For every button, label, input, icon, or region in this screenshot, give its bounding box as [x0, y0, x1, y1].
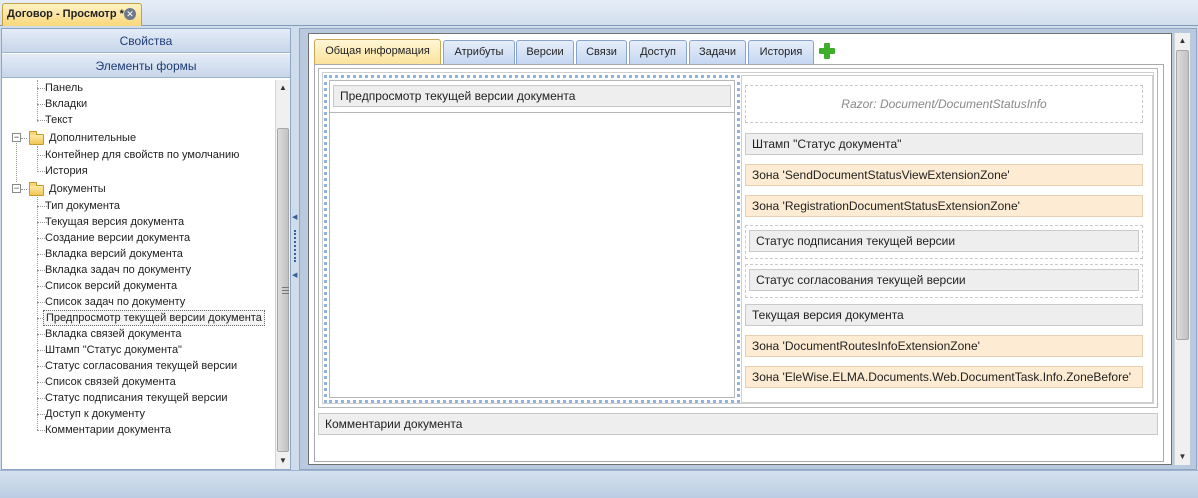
left-panel: Свойства Элементы формы Панель Вкладки Т… — [1, 28, 291, 470]
zone-registration[interactable]: Зона 'RegistrationDocumentStatusExtensio… — [745, 195, 1143, 217]
scroll-up-icon[interactable]: ▲ — [276, 80, 290, 96]
preview-container[interactable] — [329, 80, 735, 398]
status-bar — [0, 470, 1198, 498]
divider — [329, 112, 735, 113]
sign-status-field[interactable]: Статус подписания текущей версии — [749, 230, 1139, 252]
document-tab-strip: Договор - Просмотр * ✕ — [0, 0, 1198, 26]
tab-access[interactable]: Доступ — [629, 40, 687, 64]
scroll-thumb[interactable] — [277, 128, 289, 452]
tree-connector — [16, 138, 17, 182]
document-tab-title: Договор - Просмотр * — [7, 8, 124, 20]
tree-connector — [37, 146, 38, 172]
tab-attributes[interactable]: Атрибуты — [443, 40, 515, 64]
form-scrollbar[interactable]: ▲ ▼ — [1174, 33, 1190, 465]
form-designer-area: Общая информация Атрибуты Версии Связи Д… — [299, 28, 1197, 470]
zone-routes[interactable]: Зона 'DocumentRoutesInfoExtensionZone' — [745, 335, 1143, 357]
tab-versions[interactable]: Версии — [516, 40, 574, 64]
collapse-icon[interactable]: − — [12, 133, 21, 142]
scroll-up-icon[interactable]: ▲ — [1175, 33, 1190, 49]
tree-scrollbar[interactable]: ▲ ▼ — [275, 80, 290, 469]
folder-icon — [29, 131, 44, 145]
collapse-icon[interactable]: − — [12, 184, 21, 193]
stamp-field[interactable]: Штамп "Статус документа" — [745, 133, 1143, 155]
form-elements-tree: Панель Вкладки Текст − Дополнительные Ко… — [2, 80, 274, 469]
collapse-left-icon[interactable]: ◀ — [292, 213, 297, 221]
approval-status-field[interactable]: Статус согласования текущей версии — [749, 269, 1139, 291]
tree-connector — [37, 80, 38, 122]
accordion-properties[interactable]: Свойства — [2, 29, 290, 53]
preview-title[interactable]: Предпросмотр текущей версии документа — [333, 85, 731, 107]
zone-task-before[interactable]: Зона 'EleWise.ELMA.Documents.Web.Documen… — [745, 366, 1143, 388]
panel-splitter[interactable]: ◀ ◀ — [291, 28, 299, 470]
comments-field[interactable]: Комментарии документа — [318, 413, 1158, 435]
form-canvas: Общая информация Атрибуты Версии Связи Д… — [308, 33, 1172, 465]
tab-tasks[interactable]: Задачи — [689, 40, 746, 64]
close-icon[interactable]: ✕ — [124, 8, 136, 20]
splitter-grip[interactable] — [294, 230, 296, 262]
tree-connector — [37, 194, 38, 430]
add-tab-icon[interactable] — [819, 43, 835, 59]
scroll-down-icon[interactable]: ▼ — [276, 453, 290, 469]
tab-history[interactable]: История — [748, 40, 814, 64]
scroll-thumb[interactable] — [1176, 50, 1189, 340]
tab-content: Предпросмотр текущей версии документа Ra… — [314, 64, 1164, 462]
accordion-form-elements[interactable]: Элементы формы — [2, 54, 290, 78]
collapse-left-icon[interactable]: ◀ — [292, 271, 297, 279]
document-tab[interactable]: Договор - Просмотр * ✕ — [2, 3, 142, 26]
razor-block[interactable]: Razor: Document/DocumentStatusInfo — [745, 85, 1143, 123]
folder-icon — [29, 182, 44, 196]
current-version-field[interactable]: Текущая версия документа — [745, 304, 1143, 326]
tab-general-info[interactable]: Общая информация — [314, 39, 441, 65]
tab-links[interactable]: Связи — [576, 40, 627, 64]
scroll-down-icon[interactable]: ▼ — [1175, 449, 1190, 465]
zone-send[interactable]: Зона 'SendDocumentStatusViewExtensionZon… — [745, 164, 1143, 186]
